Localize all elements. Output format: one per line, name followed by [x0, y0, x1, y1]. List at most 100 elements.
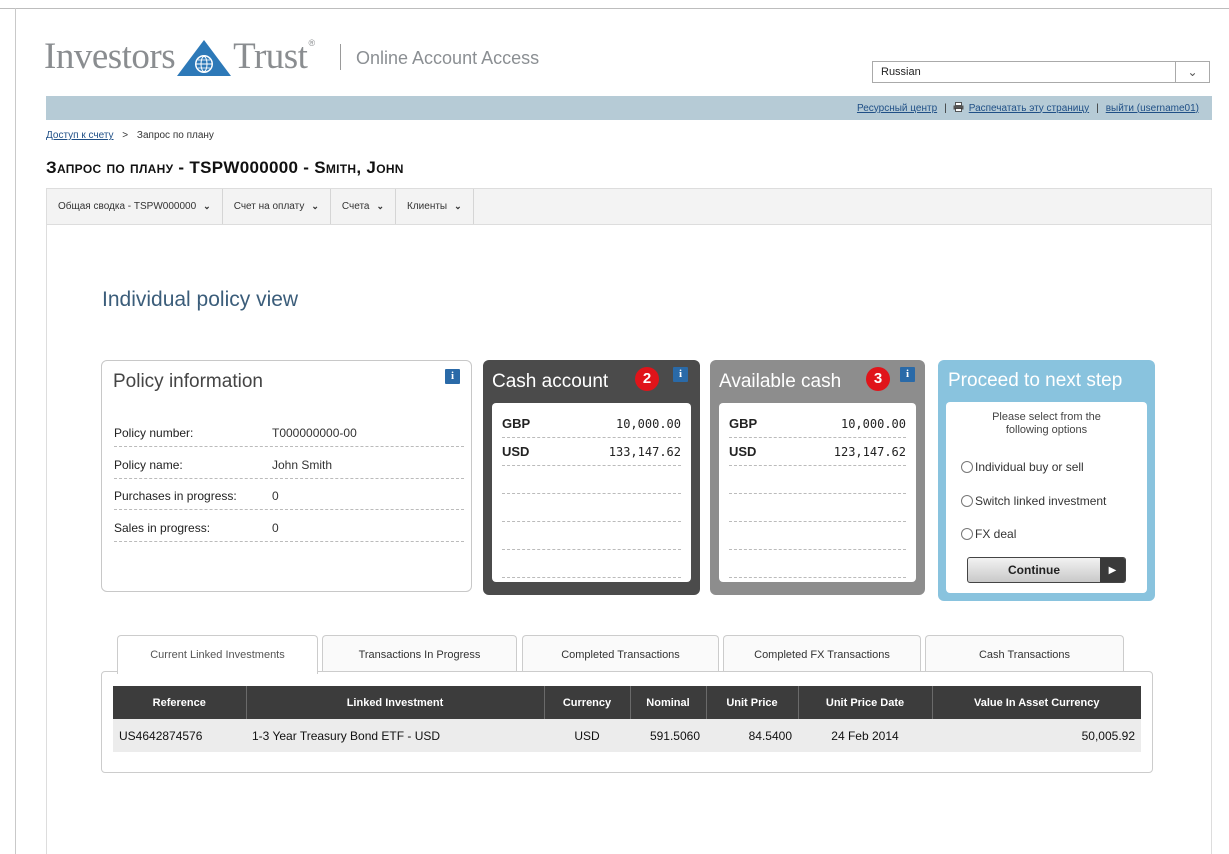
- balance-amount: 133,147.62: [608, 444, 681, 459]
- breadcrumb-current: Запрос по плану: [136, 130, 214, 141]
- menu-item-label: Общая сводка - TSPW000000: [58, 201, 197, 212]
- balance-amount: 10,000.00: [840, 416, 906, 431]
- tab-completed-transactions[interactable]: Completed Transactions: [522, 635, 719, 673]
- logo-text-investors: Investors: [44, 36, 176, 77]
- cell-nominal: 591.5060: [630, 719, 706, 752]
- resource-center-link[interactable]: Ресурсный центр: [857, 103, 937, 114]
- chevron-down-icon: ⌄: [311, 201, 319, 211]
- language-select[interactable]: Russian ⌄: [872, 61, 1210, 83]
- investors-trust-logo[interactable]: Investors Trust ®: [44, 34, 315, 78]
- menu-item-label: Счет на оплату: [233, 201, 305, 212]
- currency-code: USD: [729, 444, 757, 459]
- policy-row-value: 0: [272, 520, 279, 535]
- empty-row: [502, 522, 681, 550]
- continue-button-label: Continue: [1008, 563, 1060, 577]
- radio-button[interactable]: [961, 495, 973, 507]
- policy-row-label: Policy number:: [114, 425, 194, 440]
- option-label: Switch linked investment: [975, 494, 1107, 508]
- chevron-down-icon[interactable]: ⌄: [1175, 62, 1209, 82]
- empty-row: [502, 494, 681, 522]
- main-menu: Общая сводка - TSPW000000 ⌄ Счет на оплат…: [46, 188, 1212, 225]
- breadcrumb-account-access-link[interactable]: Доступ к счету: [46, 130, 114, 141]
- cash-account-card: Cash account 2 i GBP 10,000.00 USD 133,147…: [483, 360, 700, 595]
- logo-divider: [340, 44, 341, 70]
- utility-bar: Ресурсный центр | Распечатать эту страни…: [46, 96, 1212, 120]
- breadcrumb: Доступ к счету > Запрос по плану: [46, 130, 214, 141]
- policy-information-title: Policy information: [113, 371, 263, 392]
- continue-button[interactable]: Continue ▶: [967, 557, 1126, 583]
- cash-account-balances: GBP 10,000.00 USD 133,147.62: [492, 403, 691, 582]
- play-arrow-icon: ▶: [1100, 558, 1125, 582]
- available-cash-card: Available cash 3 i GBP 10,000.00 USD 123,1…: [710, 360, 925, 595]
- registered-mark: ®: [308, 38, 315, 48]
- column-header-currency[interactable]: Currency: [544, 686, 631, 719]
- utility-separator: |: [1096, 102, 1099, 114]
- cell-currency: USD: [544, 719, 630, 752]
- linked-investments-table: Reference Linked Investment Currency Nom…: [113, 686, 1141, 752]
- proceed-title: Proceed to next step: [948, 370, 1123, 391]
- chevron-down-icon: ⌄: [203, 201, 211, 211]
- globe-triangle-logo-icon: [176, 38, 232, 78]
- tab-current-linked-investments[interactable]: Current Linked Investments: [117, 635, 318, 674]
- column-header-nominal[interactable]: Nominal: [630, 686, 707, 719]
- option-fx-deal[interactable]: FX deal: [961, 527, 1016, 541]
- breadcrumb-separator: >: [122, 130, 129, 141]
- policy-row-label: Purchases in progress:: [114, 488, 237, 503]
- currency-code: USD: [502, 444, 530, 459]
- printer-icon[interactable]: [953, 101, 964, 115]
- menu-item-clients[interactable]: Клиенты ⌄: [396, 189, 474, 224]
- chevron-down-icon: ⌄: [376, 201, 385, 211]
- column-header-reference[interactable]: Reference: [113, 686, 247, 719]
- language-select-value: Russian: [881, 66, 921, 78]
- option-switch-linked-investment[interactable]: Switch linked investment: [961, 494, 1106, 508]
- section-title: Individual policy view: [102, 288, 299, 311]
- info-icon[interactable]: i: [900, 367, 915, 382]
- radio-button[interactable]: [961, 461, 973, 473]
- top-border: [0, 8, 1229, 9]
- balance-row: GBP 10,000.00: [729, 410, 906, 438]
- proceed-instruction: Please select from the following options: [992, 411, 1101, 436]
- policy-row: Policy number: T000000000-00: [114, 419, 464, 447]
- callout-badge-3: 3: [866, 367, 890, 391]
- balance-row: USD 123,147.62: [729, 438, 906, 466]
- tab-completed-fx-transactions[interactable]: Completed FX Transactions: [723, 635, 921, 673]
- info-icon[interactable]: i: [673, 367, 688, 382]
- currency-code: GBP: [729, 416, 758, 431]
- tab-cash-transactions[interactable]: Cash Transactions: [925, 635, 1124, 673]
- policy-row-value: John Smith: [272, 457, 333, 472]
- utility-separator: |: [944, 102, 947, 114]
- tab-transactions-in-progress[interactable]: Transactions In Progress: [322, 635, 517, 673]
- policy-row-value: T000000000-00: [272, 425, 357, 440]
- policy-row: Policy name: John Smith: [114, 451, 464, 479]
- menu-item-invoice[interactable]: Счет на оплату ⌄: [223, 189, 331, 224]
- radio-button[interactable]: [961, 528, 973, 540]
- balance-amount: 10,000.00: [615, 416, 681, 431]
- balance-row: GBP 10,000.00: [502, 410, 681, 438]
- column-header-unit-price[interactable]: Unit Price: [706, 686, 799, 719]
- left-border: [15, 8, 16, 854]
- menu-item-accounts[interactable]: Счета ⌄: [331, 189, 397, 224]
- print-page-link[interactable]: Распечатать эту страницу: [969, 103, 1089, 114]
- page-title: Запрос по плану - TSPW000000 - Smith, Jo…: [46, 158, 404, 177]
- table-row[interactable]: US4642874576 1-3 Year Treasury Bond ETF …: [113, 719, 1141, 752]
- table-header-row: Reference Linked Investment Currency Nom…: [113, 686, 1141, 719]
- logout-link[interactable]: выйти (username01): [1106, 103, 1199, 114]
- policy-row-label: Policy name:: [114, 457, 183, 472]
- online-account-access-tagline: Online Account Access: [356, 48, 540, 68]
- cell-linked-investment: 1-3 Year Treasury Bond ETF - USD: [246, 719, 544, 752]
- empty-row: [729, 466, 906, 494]
- policy-row: Sales in progress: 0: [114, 514, 464, 542]
- option-individual-buy-sell[interactable]: Individual buy or sell: [961, 460, 1084, 474]
- info-icon[interactable]: i: [445, 369, 460, 384]
- column-header-unit-price-date[interactable]: Unit Price Date: [798, 686, 933, 719]
- menu-item-overview[interactable]: Общая сводка - TSPW000000 ⌄: [47, 189, 223, 224]
- callout-badge-2: 2: [635, 367, 659, 391]
- column-header-linked-investment[interactable]: Linked Investment: [246, 686, 545, 719]
- policy-information-card: Policy information i Policy number: T0000…: [101, 360, 472, 592]
- column-header-value[interactable]: Value In Asset Currency: [932, 686, 1141, 719]
- menu-item-label: Клиенты: [407, 201, 448, 212]
- balance-amount: 123,147.62: [833, 444, 906, 459]
- empty-row: [729, 494, 906, 522]
- cell-unit-price: 84.5400: [706, 719, 798, 752]
- chevron-down-icon: ⌄: [454, 201, 462, 211]
